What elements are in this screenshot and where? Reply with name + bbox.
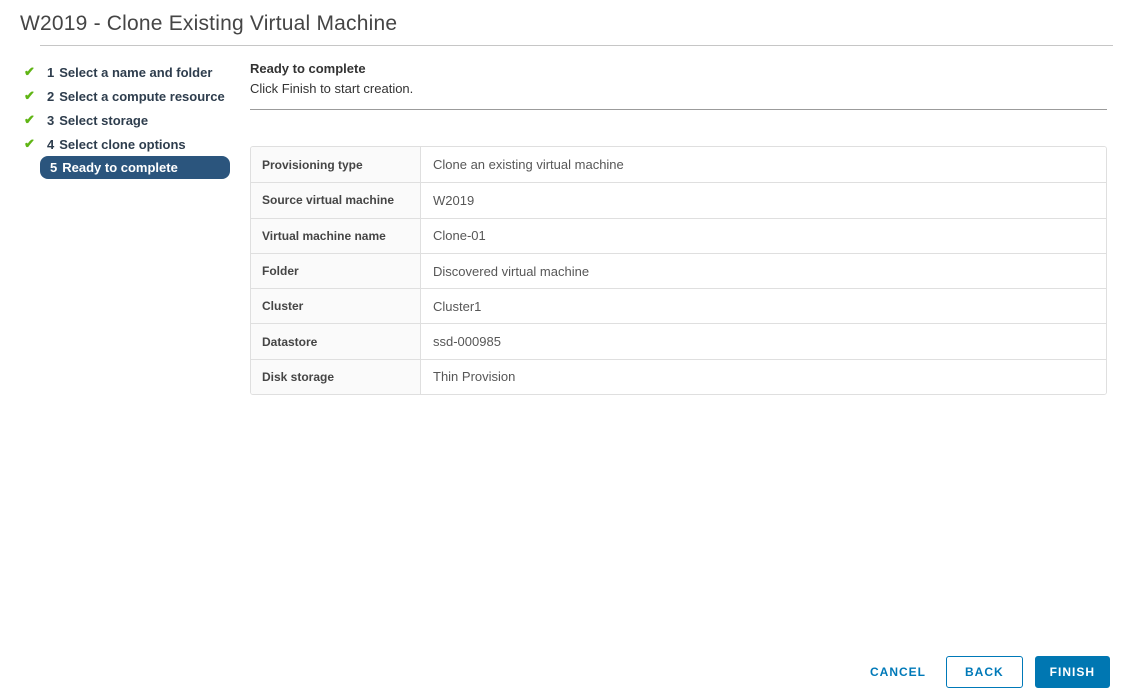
wizard-step-5-active[interactable]: 5 Ready to complete [40, 156, 230, 179]
wizard-footer: CANCEL BACK FINISH [864, 656, 1110, 688]
panel-divider [250, 109, 1107, 110]
row-label: Disk storage [251, 359, 421, 395]
row-value: Thin Provision [421, 359, 1106, 395]
cancel-button[interactable]: CANCEL [864, 656, 932, 688]
table-row: Provisioning type Clone an existing virt… [251, 147, 1106, 183]
check-icon: ✔ [24, 112, 35, 127]
table-row: Disk storage Thin Provision [251, 358, 1106, 395]
step-label: Select clone options [59, 136, 186, 152]
table-row: Virtual machine name Clone-01 [251, 217, 1106, 253]
back-button[interactable]: BACK [945, 656, 1023, 688]
row-value: Clone-01 [421, 218, 1106, 253]
check-icon: ✔ [24, 136, 35, 151]
row-label: Cluster [251, 289, 421, 324]
check-icon: ✔ [24, 64, 35, 79]
row-label: Provisioning type [251, 147, 421, 183]
step-number: 3 [47, 112, 55, 128]
table-row: Datastore ssd-000985 [251, 323, 1106, 359]
step-label: Select storage [59, 112, 149, 128]
check-icon: ✔ [24, 88, 35, 103]
row-label: Source virtual machine [251, 183, 421, 218]
row-value: Cluster1 [421, 289, 1106, 324]
table-row: Cluster Cluster1 [251, 288, 1106, 324]
wizard-step-nav: ✔ 1 Select a name and folder ✔ 2 Select … [20, 46, 250, 395]
row-value: ssd-000985 [421, 324, 1106, 359]
row-value: Clone an existing virtual machine [421, 147, 1106, 183]
step-number: 2 [47, 88, 55, 104]
step-number: 1 [47, 64, 55, 80]
wizard-step-1[interactable]: ✔ 1 Select a name and folder [20, 60, 250, 84]
step-number: 5 [50, 160, 58, 175]
table-row: Folder Discovered virtual machine [251, 252, 1106, 289]
row-label: Virtual machine name [251, 218, 421, 253]
panel-heading: Ready to complete [250, 61, 366, 76]
table-row: Source virtual machine W2019 [251, 182, 1106, 218]
panel-subheading: Click Finish to start creation. [250, 81, 414, 96]
wizard-step-4[interactable]: ✔ 4 Select clone options [20, 132, 250, 156]
step-number: 4 [47, 136, 55, 152]
row-value: W2019 [421, 183, 1106, 218]
step-label: Ready to complete [62, 160, 178, 175]
row-label: Datastore [251, 324, 421, 359]
row-label: Folder [251, 253, 421, 289]
step-label: Select a name and folder [59, 64, 213, 80]
wizard-header: W2019 - Clone Existing Virtual Machine [0, 0, 1140, 46]
wizard-title: W2019 - Clone Existing Virtual Machine [20, 12, 398, 35]
wizard-main-panel: Ready to complete Click Finish to start … [250, 46, 1107, 396]
wizard-step-3[interactable]: ✔ 3 Select storage [20, 108, 250, 132]
wizard-step-2[interactable]: ✔ 2 Select a compute resource [20, 84, 250, 108]
summary-table: Provisioning type Clone an existing virt… [250, 146, 1107, 396]
row-value: Discovered virtual machine [421, 253, 1106, 289]
finish-button[interactable]: FINISH [1034, 656, 1110, 688]
step-label: Select a compute resource [59, 88, 225, 104]
